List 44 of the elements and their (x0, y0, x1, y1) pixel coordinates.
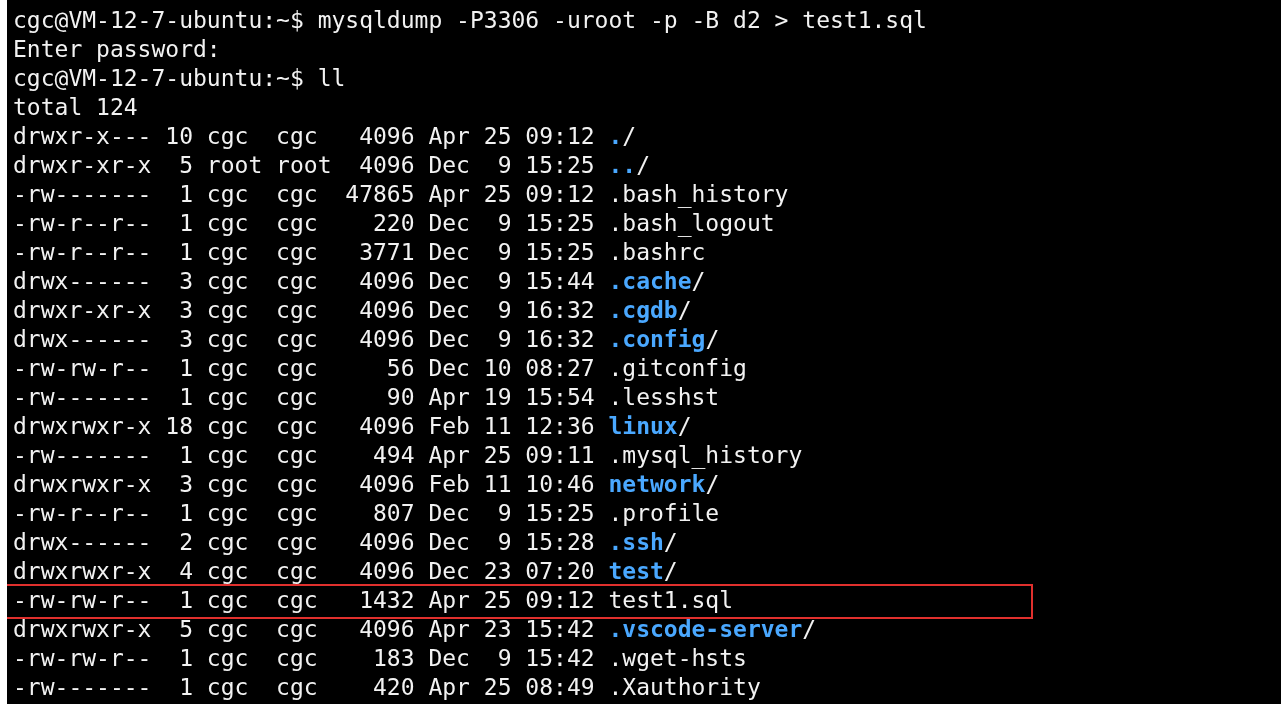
file-details: drwx------ 2 cgc cgc 4096 Dec 9 15:28 (13, 528, 596, 557)
file-name: .lesshst (608, 383, 720, 412)
file-details: drwxrwxr-x 4 cgc cgc 4096 Dec 23 07:20 (13, 557, 596, 586)
file-details: -rw-r--r-- 1 cgc cgc 807 Dec 9 15:25 (13, 499, 596, 528)
file-details: drwxr-xr-x 3 cgc cgc 4096 Dec 9 16:32 (13, 296, 596, 325)
file-details: -rw-rw-r-- 1 cgc cgc 183 Dec 9 15:42 (13, 644, 596, 673)
file-details: drwx------ 3 cgc cgc 4096 Dec 9 15:44 (13, 267, 596, 296)
file-name: .bash_history (608, 180, 789, 209)
file-name: .bashrc (608, 238, 706, 267)
file-name: ../ (608, 151, 650, 180)
file-details: -rw-rw-r-- 1 cgc cgc 1432 Apr 25 09:12 (13, 586, 596, 615)
file-details: drwxrwxr-x 3 cgc cgc 4096 Feb 11 10:46 (13, 470, 596, 499)
file-details: drwxr-xr-x 5 root root 4096 Dec 9 15:25 (13, 151, 596, 180)
terminal-line: cgc@VM-12-7-ubuntu:~$ mysqldump -P3306 -uroot -p -B d2 > test1.sql (13, 6, 927, 35)
terminal-line: total 124 (13, 93, 138, 122)
file-name: .config/ (608, 325, 720, 354)
file-name: .Xauthority (608, 673, 761, 702)
file-name: .wget-hsts (608, 644, 747, 673)
file-name: test/ (608, 557, 678, 586)
file-name: .gitconfig (608, 354, 747, 383)
terminal-line: Enter password: (13, 35, 221, 64)
file-details: -rw-rw-r-- 1 cgc cgc 56 Dec 10 08:27 (13, 354, 596, 383)
file-name: .cgdb/ (608, 296, 692, 325)
file-name: .cache/ (608, 267, 706, 296)
file-name: .bash_logout (608, 209, 775, 238)
file-details: drwxr-x--- 10 cgc cgc 4096 Apr 25 09:12 (13, 122, 596, 151)
file-details: drwxrwxr-x 5 cgc cgc 4096 Apr 23 15:42 (13, 615, 596, 644)
file-name: .mysql_history (608, 441, 803, 470)
file-details: -rw------- 1 cgc cgc 47865 Apr 25 09:12 (13, 180, 596, 209)
file-details: drwxrwxr-x 18 cgc cgc 4096 Feb 11 12:36 (13, 412, 596, 441)
file-details: -rw------- 1 cgc cgc 420 Apr 25 08:49 (13, 673, 596, 702)
file-name: .profile (608, 499, 720, 528)
file-name: network/ (608, 470, 720, 499)
file-details: -rw------- 1 cgc cgc 494 Apr 25 09:11 (13, 441, 596, 470)
file-name: ./ (608, 122, 637, 151)
file-name: test1.sql (608, 586, 734, 615)
file-name: linux/ (608, 412, 692, 441)
file-details: -rw-r--r-- 1 cgc cgc 220 Dec 9 15:25 (13, 209, 596, 238)
file-details: drwx------ 3 cgc cgc 4096 Dec 9 16:32 (13, 325, 596, 354)
file-details: -rw------- 1 cgc cgc 90 Apr 19 15:54 (13, 383, 596, 412)
file-name: .ssh/ (608, 528, 678, 557)
file-details: -rw-r--r-- 1 cgc cgc 3771 Dec 9 15:25 (13, 238, 596, 267)
terminal-line: cgc@VM-12-7-ubuntu:~$ ll (13, 64, 346, 93)
file-name: .vscode-server/ (608, 615, 817, 644)
